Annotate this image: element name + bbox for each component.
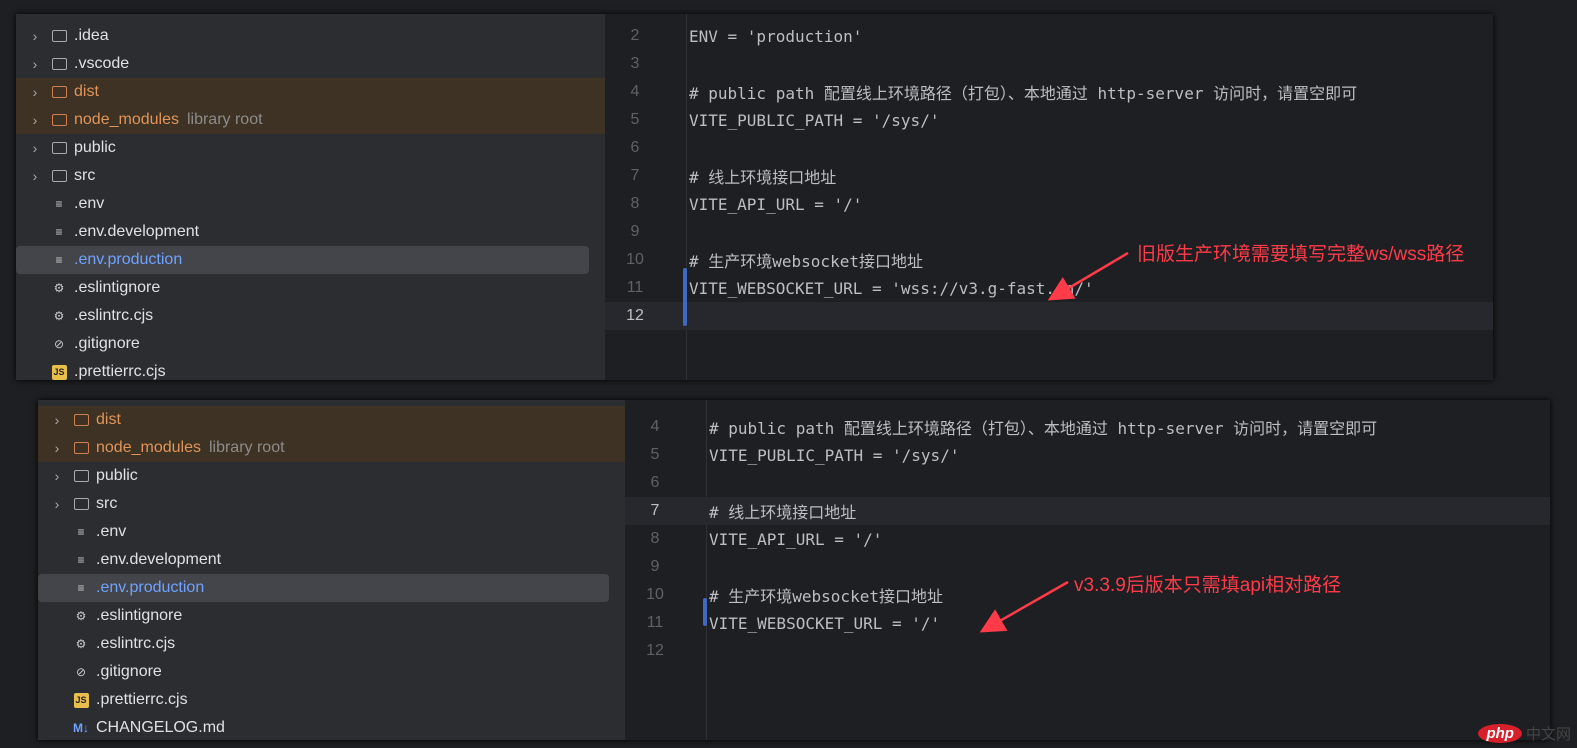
watermark-logo: php 中文网 — [1478, 723, 1571, 744]
watermark-text: 中文网 — [1525, 726, 1571, 743]
annotation-old: 旧版生产环境需要填写完整ws/wss路径 — [1137, 244, 1465, 265]
php-logo: php — [1478, 724, 1522, 743]
arrow-icon — [979, 580, 1069, 633]
annotation-new: v3.3.9后版本只需填api相对路径 — [1074, 575, 1342, 596]
arrow-icon — [1047, 251, 1129, 301]
annotation-arrows — [979, 251, 1129, 633]
